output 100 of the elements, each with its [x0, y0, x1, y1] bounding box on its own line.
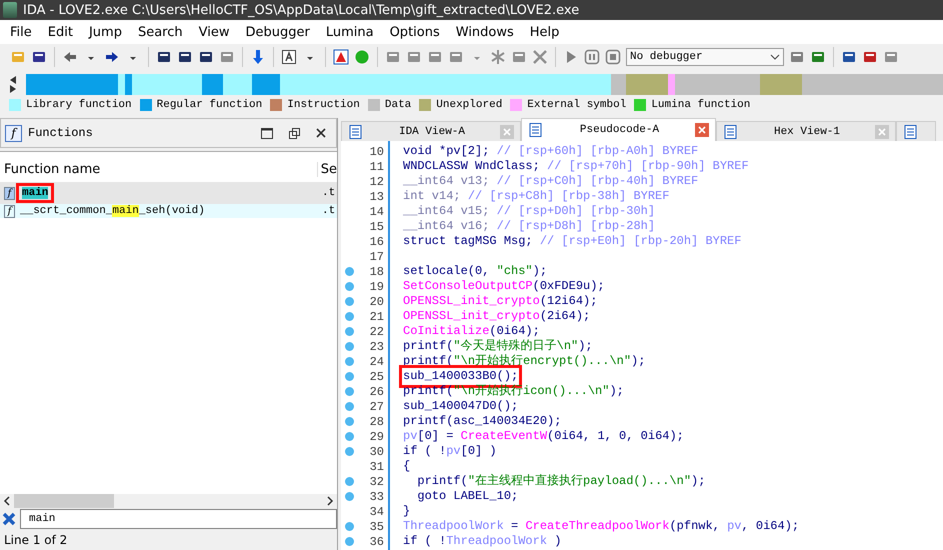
segment-cell: .t [322, 187, 336, 199]
breakpoint-dot-icon[interactable] [345, 417, 354, 426]
view-tab[interactable]: Pseudocode-A [521, 118, 716, 141]
view-tab[interactable]: Hex View-1 [716, 121, 896, 141]
column-header[interactable]: Se [318, 162, 337, 177]
function-row[interactable]: f main .t [0, 182, 337, 204]
legend-label: Lumina function [651, 99, 750, 111]
breakpoint-dot-icon[interactable] [345, 402, 354, 411]
dropdown-caret-icon [770, 53, 780, 61]
code-line: ThreadpoolWork = CreateThreadpoolWork(pfnwk, pv, 0i64); [403, 519, 800, 534]
breakpoint-dot-icon[interactable] [345, 267, 354, 276]
warning-icon[interactable] [333, 49, 349, 65]
breakpoint-dot-icon[interactable] [345, 342, 354, 351]
text-a-icon[interactable] [281, 49, 297, 65]
back-arrow-icon[interactable] [62, 49, 78, 65]
pause-icon[interactable] [584, 49, 600, 65]
line-number: 28 [368, 414, 384, 428]
line-number: 15 [368, 220, 384, 234]
code-line: int v14; // [rsp+C8h] [rbp-38h] BYREF [403, 189, 670, 204]
line-number: 25 [368, 370, 384, 384]
close-icon[interactable] [316, 128, 326, 138]
breakpoint-dot-icon[interactable] [345, 312, 354, 321]
legend-label: Data [384, 99, 412, 111]
code-line: setlocale(0, "chs"); [403, 264, 548, 279]
cross-icon[interactable] [532, 49, 548, 65]
function-icon: f [4, 186, 15, 200]
line-number: 24 [368, 354, 384, 368]
line-number: 19 [368, 280, 384, 294]
menu-item[interactable]: Search [130, 24, 191, 40]
breakpoint-dot-icon[interactable] [345, 357, 354, 366]
maximize-icon[interactable] [261, 128, 273, 138]
breakpoint-dot-icon[interactable] [345, 492, 354, 501]
asterisk-icon[interactable] [490, 49, 506, 65]
line-number: 13 [368, 190, 384, 204]
breakpoint-dot-icon[interactable] [345, 432, 354, 441]
menu-item[interactable]: File [2, 24, 40, 40]
code-line: OPENSSL_init_crypto(12i64); [403, 294, 598, 309]
line-number: 18 [368, 264, 384, 278]
menu-item[interactable]: Edit [40, 24, 81, 40]
code-line: __int64 v13; // [rsp+C0h] [rbp-40h] BYREF [403, 174, 698, 189]
clear-filter-icon[interactable] [2, 512, 16, 526]
breakpoint-dot-icon[interactable] [345, 477, 354, 486]
legend-label: Regular function [156, 99, 262, 111]
legend-label: Unexplored [436, 99, 502, 111]
menu-item[interactable]: Windows [448, 24, 522, 40]
menu-item[interactable]: Jump [80, 24, 130, 40]
code-line: goto LABEL_10; [416, 489, 518, 504]
breakpoint-dot-icon[interactable] [345, 447, 354, 456]
code-line: SetConsoleOutputCP(0xFDE9u); [403, 279, 605, 294]
breakpoint-dot-icon[interactable] [345, 372, 354, 381]
line-number: 32 [368, 474, 384, 488]
navigation-arrows-icon[interactable] [9, 75, 17, 93]
scrollbar-thumb[interactable] [14, 494, 114, 508]
down-arrow-icon[interactable] [250, 49, 266, 65]
line-number: 12 [368, 174, 384, 188]
line-number: 29 [368, 430, 384, 444]
line-number: 22 [368, 324, 384, 338]
breakpoint-dot-icon[interactable] [345, 282, 354, 291]
code-line: printf(asc_140034E20); [403, 414, 562, 429]
menu-item[interactable]: View [190, 24, 238, 40]
document-icon [903, 124, 919, 140]
code-line: struct tagMSG Msg; // [rsp+E0h] [rbp-20h] BYREF [403, 234, 742, 249]
code-line: WNDCLASSW WndClass; // [rsp+70h] [rbp-90h] BYREF [403, 159, 749, 174]
line-number: 17 [368, 250, 384, 264]
code-line: } [403, 504, 410, 519]
code-line: OPENSSL_init_crypto(2i64); [403, 309, 590, 324]
window-title: IDA - LOVE2.exe C:\Users\HelloCTF_OS\AppData\Local\Temp\gift_extracted\LOVE2.exe [23, 2, 580, 18]
line-number: 34 [368, 504, 384, 518]
menu-item[interactable]: Help [522, 24, 568, 40]
restore-icon[interactable] [289, 128, 300, 138]
status-text: Line 1 of 2 [3, 532, 68, 549]
line-number: 33 [368, 490, 384, 504]
code-line: printf("\n开始执行icon()...\n"); [403, 384, 624, 399]
menu-item[interactable]: Lumina [318, 24, 382, 40]
line-number: 23 [368, 340, 384, 354]
forward-arrow-icon[interactable] [104, 49, 120, 65]
line-number: 30 [368, 444, 384, 458]
code-line: sub_1400047D0(); [403, 399, 518, 414]
code-line: CoInitialize(0i64); [403, 324, 540, 339]
column-header[interactable]: Function name [0, 162, 318, 177]
breakpoint-dot-icon[interactable] [345, 537, 354, 546]
breakpoint-dot-icon[interactable] [345, 387, 354, 396]
navigation-band[interactable] [26, 74, 943, 94]
breakpoint-dot-icon[interactable] [345, 297, 354, 306]
view-tab[interactable]: IDA View-A [341, 121, 521, 141]
debugger-select[interactable]: No debugger [626, 48, 784, 66]
app-icon [3, 2, 17, 18]
stop-icon[interactable] [605, 49, 621, 65]
menu-item[interactable]: Debugger [237, 24, 318, 40]
filter-field[interactable]: main [20, 509, 337, 529]
breakpoint-dot-icon[interactable] [345, 522, 354, 531]
code-line: __int64 v16; // [rsp+D8h] [rbp-28h] [403, 219, 656, 234]
document-icon [348, 124, 364, 140]
code-line: printf("在主线程中直接执行payload()...\n"); [416, 474, 706, 489]
menu-item[interactable]: Options [382, 24, 448, 40]
view-tab[interactable] [896, 121, 936, 141]
line-number: 16 [368, 234, 384, 248]
circle-icon[interactable] [354, 49, 370, 65]
breakpoint-dot-icon[interactable] [345, 327, 354, 336]
function-icon: f [4, 204, 15, 218]
